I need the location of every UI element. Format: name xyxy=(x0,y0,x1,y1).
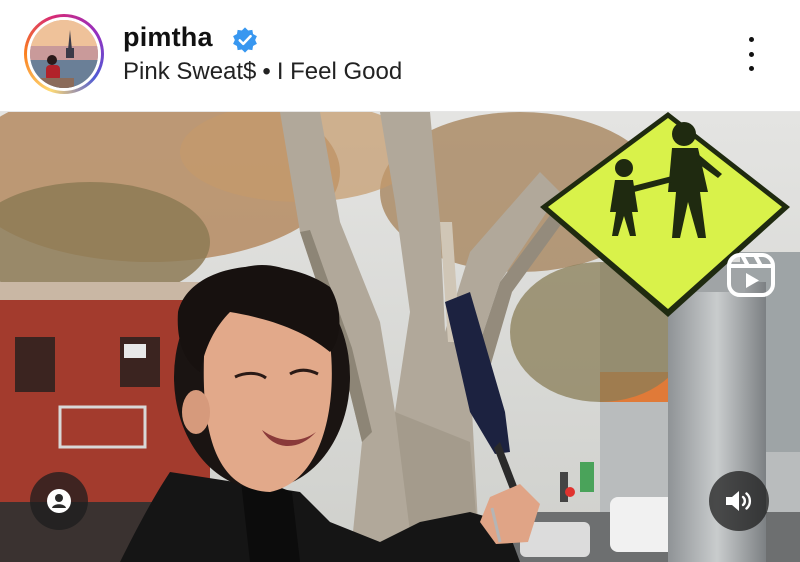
audio-track: I Feel Good xyxy=(276,58,403,85)
reel-video-frame xyxy=(0,112,800,562)
verified-badge-icon xyxy=(233,27,257,53)
reels-icon xyxy=(727,253,775,297)
username[interactable]: pimtha xyxy=(123,22,213,53)
more-options-button[interactable] xyxy=(736,34,766,74)
more-options-icon xyxy=(748,37,754,42)
audio-attribution[interactable]: Pink Sweat$ • I Feel Good xyxy=(123,58,402,86)
post-header: pimtha Pink Sweat$ • I Feel Good xyxy=(0,0,800,112)
post-media[interactable] xyxy=(0,112,800,562)
audio-separator: • xyxy=(262,58,271,85)
user-tags-button[interactable] xyxy=(30,472,88,530)
avatar xyxy=(30,20,98,88)
story-avatar[interactable] xyxy=(24,14,104,94)
speaker-icon xyxy=(726,491,752,511)
avatar-image xyxy=(30,20,98,88)
audio-artist: Pink Sweat$ xyxy=(123,58,257,85)
user-tags-icon xyxy=(47,489,71,513)
sound-toggle-button[interactable] xyxy=(709,471,769,531)
